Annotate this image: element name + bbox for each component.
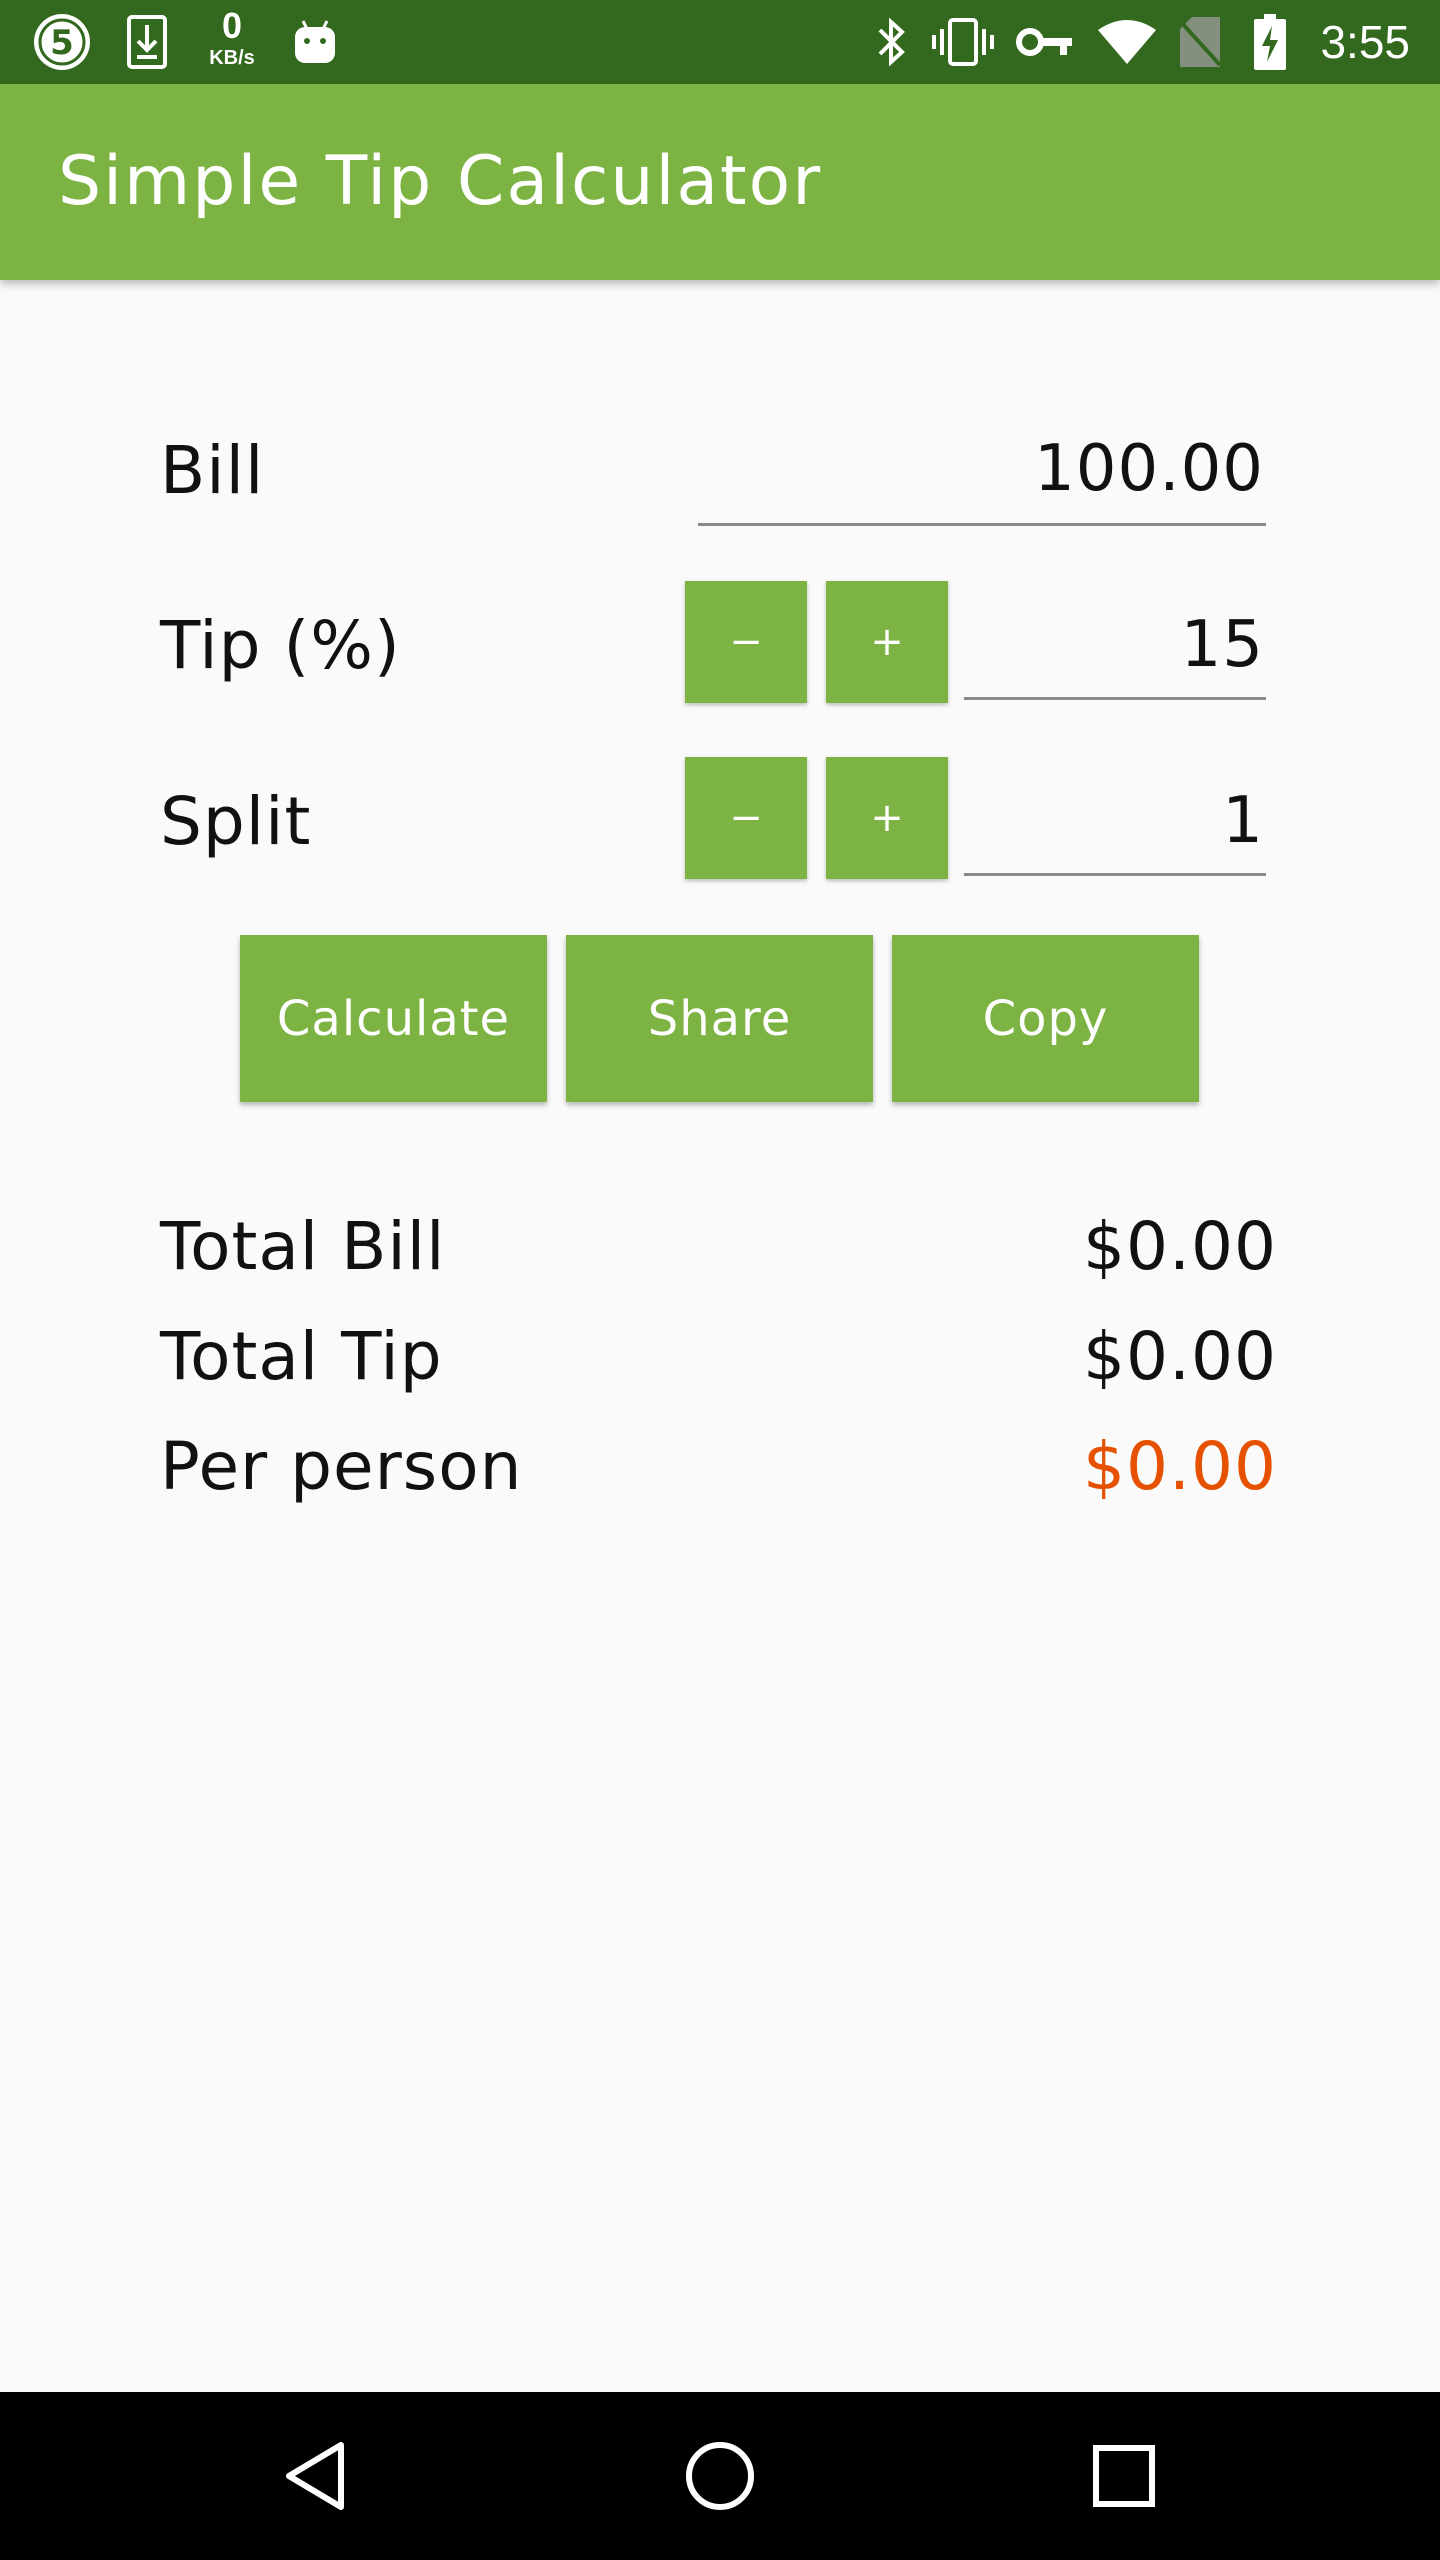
calculate-button[interactable]: Calculate (240, 935, 547, 1102)
network-speed-value: 0 (221, 5, 243, 46)
recents-icon[interactable] (1044, 2392, 1204, 2560)
total-bill-value: $0.00 (1083, 1208, 1277, 1285)
navigation-bar (0, 2392, 1440, 2560)
home-icon[interactable] (640, 2392, 800, 2560)
split-decrement-button[interactable]: − (685, 757, 807, 879)
per-person-value: $0.00 (1083, 1428, 1277, 1505)
share-button[interactable]: Share (566, 935, 873, 1102)
bluetooth-icon (866, 0, 916, 84)
app-5-icon: 5 (30, 0, 94, 84)
split-increment-button[interactable]: + (826, 757, 948, 879)
back-icon[interactable] (236, 2392, 396, 2560)
per-person-label: Per person (160, 1428, 523, 1505)
network-speed: 0 KB/s (200, 6, 264, 70)
network-speed-unit: KB/s (209, 47, 255, 69)
download-icon (122, 0, 172, 84)
bill-input[interactable]: 100.00 (698, 432, 1266, 526)
vibrate-icon (928, 0, 998, 84)
svg-text:5: 5 (50, 23, 74, 63)
copy-button[interactable]: Copy (892, 935, 1199, 1102)
status-bar: 5 0 KB/s 3:55 (0, 0, 1440, 84)
android-icon (290, 0, 340, 84)
battery-charging-icon (1248, 0, 1292, 84)
app-bar: Simple Tip Calculator (0, 84, 1440, 280)
vpn-key-icon (1014, 0, 1078, 84)
tip-percent-input[interactable]: 15 (964, 608, 1266, 700)
total-bill-label: Total Bill (160, 1208, 446, 1285)
bill-label: Bill (160, 432, 265, 509)
wifi-icon (1094, 0, 1160, 84)
status-time: 3:55 (1320, 16, 1410, 68)
total-tip-label: Total Tip (160, 1318, 443, 1395)
split-label: Split (160, 783, 312, 860)
tip-decrement-button[interactable]: − (685, 581, 807, 703)
no-sim-icon (1172, 0, 1228, 84)
total-tip-value: $0.00 (1083, 1318, 1277, 1395)
split-input[interactable]: 1 (964, 784, 1266, 876)
tip-label: Tip (%) (160, 607, 401, 684)
tip-increment-button[interactable]: + (826, 581, 948, 703)
page-title: Simple Tip Calculator (58, 142, 823, 221)
